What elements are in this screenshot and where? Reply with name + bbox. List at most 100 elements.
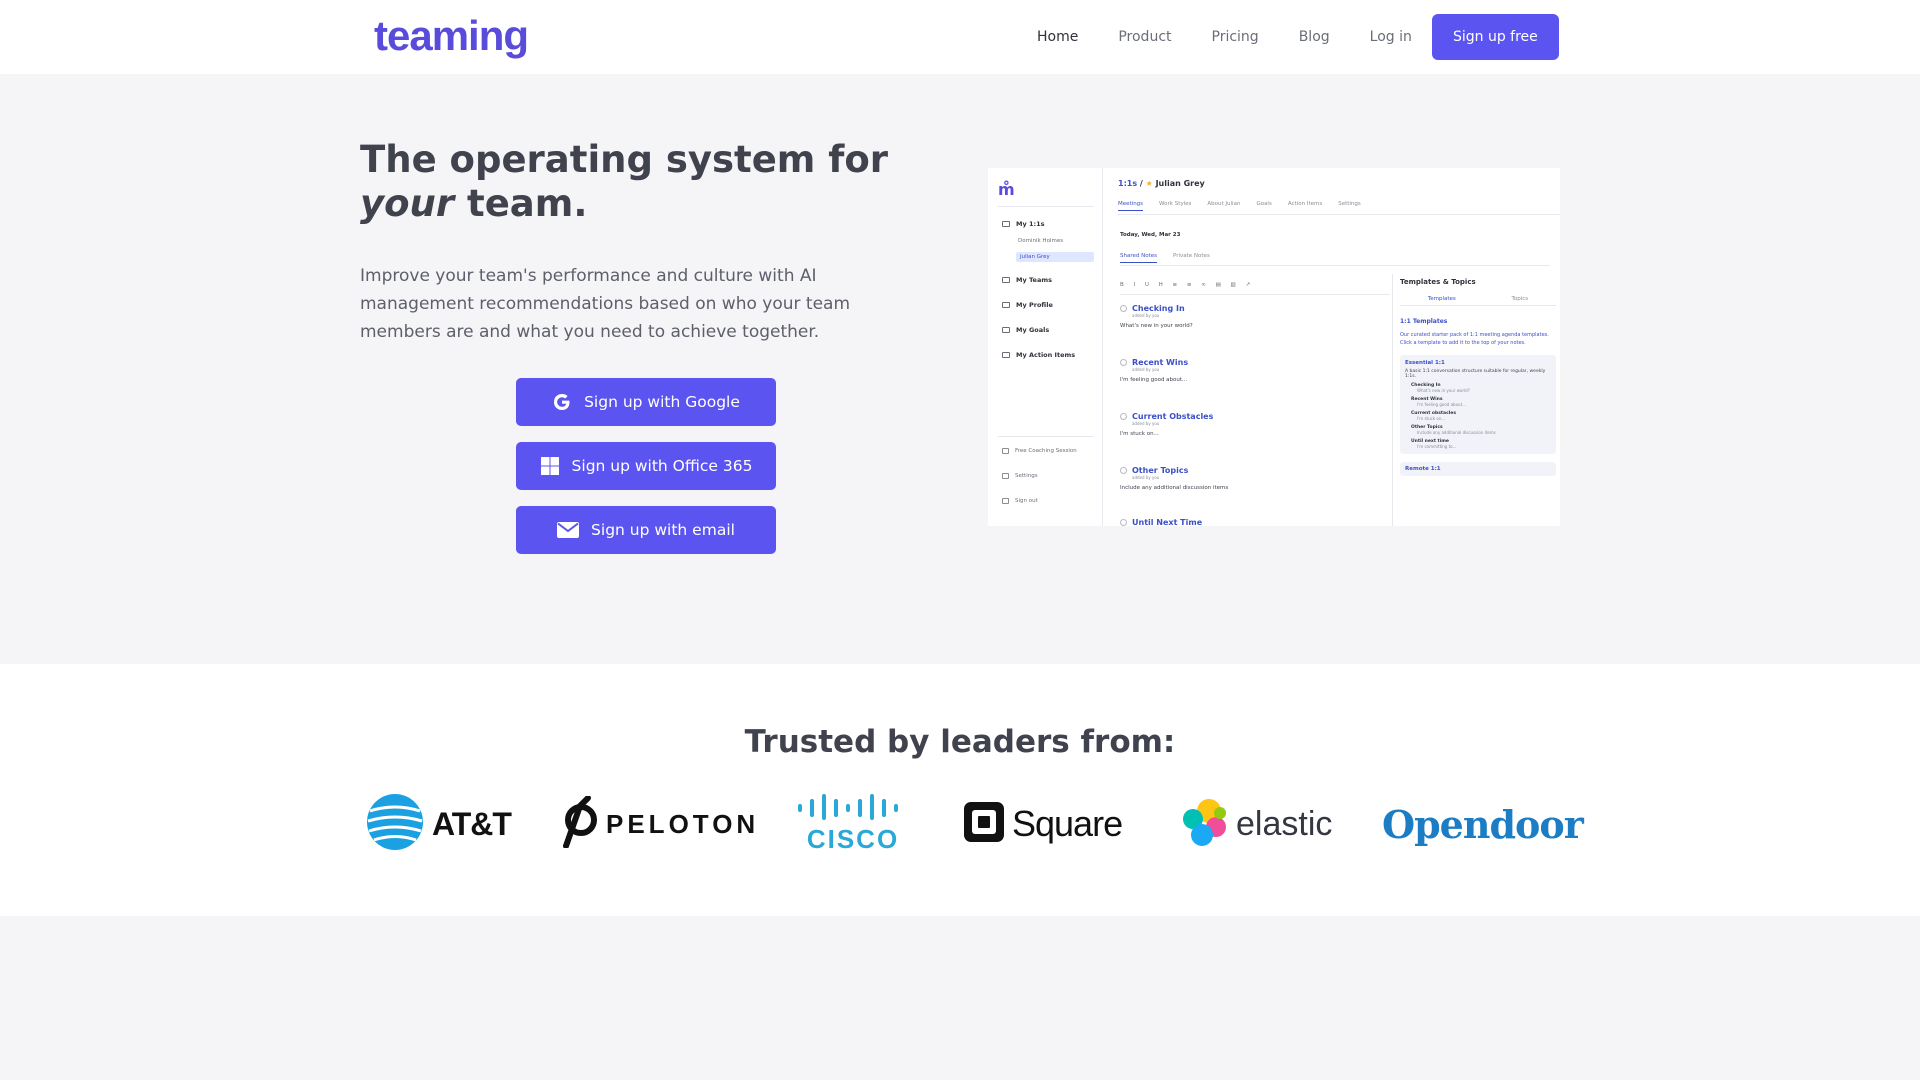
- mail-icon: [557, 522, 580, 538]
- divider: [998, 206, 1094, 207]
- template-item-sub: I'm feeling good about...: [1417, 402, 1466, 407]
- topic-body: Include any additional discussion items: [1120, 485, 1229, 491]
- divider: [1392, 274, 1393, 526]
- preview-nav-label: My Teams: [1016, 276, 1052, 284]
- elastic-wordmark: elastic: [1236, 804, 1333, 843]
- sign-up-google-label: Sign up with Google: [584, 393, 740, 411]
- template-item-sub: I'm committing to...: [1417, 444, 1457, 449]
- preview-sidebar: m̊ My 1:1s Dominik Holmes Julian Grey My…: [988, 168, 1103, 526]
- preview-tabs: Meetings Work Styles About Julian Goals …: [1118, 201, 1377, 211]
- hero-title: The operating system for your team.: [360, 138, 920, 226]
- preview-main: 1:1s / ★ Julian Grey Meetings Work Style…: [1104, 168, 1560, 526]
- app-preview-image: m̊ My 1:1s Dominik Holmes Julian Grey My…: [988, 168, 1560, 526]
- circle-icon: [1120, 519, 1127, 526]
- hero-title-rest: team.: [454, 182, 588, 225]
- hero-title-emphasis: your: [360, 182, 455, 225]
- preview-settings: Settings: [1002, 473, 1038, 479]
- preview-sub-item: Dominik Holmes: [1018, 238, 1064, 244]
- nav-home-link[interactable]: Home: [1037, 29, 1078, 45]
- divider: [1118, 214, 1560, 215]
- opendoor-logo: Opendoor: [1382, 794, 1584, 854]
- menu-icon: [1002, 473, 1009, 479]
- preview-foot-label: Free Coaching Session: [1015, 448, 1077, 454]
- preview-foot-label: Settings: [1015, 473, 1038, 479]
- template-card-remote: Remote 1:1: [1400, 462, 1556, 476]
- circle-icon: [1120, 359, 1127, 366]
- template-item-sub: I'm stuck on...: [1417, 416, 1446, 421]
- page-footer-area: [0, 916, 1920, 1080]
- preview-tab: Goals: [1256, 201, 1272, 207]
- preview-coaching: Free Coaching Session: [1002, 448, 1077, 454]
- circle-icon: [1120, 305, 1127, 312]
- teaming-logo[interactable]: teaming: [374, 12, 529, 60]
- elastic-mark-icon: [1180, 797, 1230, 851]
- google-icon: [552, 392, 572, 412]
- templates-title: Templates & Topics: [1400, 278, 1476, 286]
- preview-notes-tab: Private Notes: [1173, 253, 1210, 259]
- topic-body: I'm stuck on...: [1120, 431, 1159, 437]
- divider: [1120, 265, 1550, 266]
- preview-templates-panel: Templates & Topics Templates Topics 1:1 …: [1400, 278, 1556, 476]
- opendoor-wordmark: Opendoor: [1382, 801, 1584, 847]
- topic-title: Other Topics: [1132, 466, 1189, 475]
- main-nav: Home Product Pricing Blog Log in Sign up…: [1037, 14, 1559, 60]
- nav-product-link[interactable]: Product: [1118, 29, 1171, 45]
- topics-tab: Topics: [1511, 296, 1529, 302]
- preview-topic: Current Obstacles added by you I'm stuck…: [1120, 412, 1380, 437]
- preview-foot-label: Sign out: [1015, 498, 1038, 504]
- template-item-sub: Include any additional discussion items: [1417, 430, 1496, 435]
- topic-title: Checking In: [1132, 304, 1185, 313]
- sign-up-office-label: Sign up with Office 365: [571, 457, 753, 475]
- cisco-logo: CISCO: [798, 793, 908, 854]
- calendar-icon: [1002, 221, 1010, 227]
- nav-blog-link[interactable]: Blog: [1299, 29, 1330, 45]
- square-logo: Square: [964, 794, 1123, 854]
- sign-up-google-button[interactable]: Sign up with Google: [516, 378, 776, 426]
- templates-section-title: 1:1 Templates: [1400, 318, 1448, 325]
- preview-editor-toolbar: B I U H ≡ ≡ ∞ ▤ ▥ ↗: [1120, 282, 1255, 288]
- preview-date: Today, Wed, Mar 23: [1120, 232, 1181, 238]
- att-logo: AT&T: [366, 793, 512, 855]
- peloton-wordmark: PELOTON: [606, 808, 760, 839]
- cisco-bars-icon: [798, 793, 908, 824]
- preview-notes-tab: Shared Notes: [1120, 253, 1157, 263]
- preview-signout: Sign out: [1002, 498, 1038, 504]
- sign-up-email-button[interactable]: Sign up with email: [516, 506, 776, 554]
- template-item-sub: What's new in your world?: [1417, 388, 1470, 393]
- sign-up-free-button[interactable]: Sign up free: [1431, 14, 1559, 60]
- att-globe-icon: [366, 793, 424, 855]
- preview-logo-icon: m̊: [998, 180, 1015, 199]
- logo-text: teaming: [374, 12, 529, 59]
- circle-icon: [1120, 413, 1127, 420]
- nav-pricing-link[interactable]: Pricing: [1212, 29, 1259, 45]
- divider: [998, 436, 1094, 437]
- top-nav-bar: teaming Home Product Pricing Blog Log in…: [0, 0, 1920, 74]
- crumb-name: Julian Grey: [1155, 179, 1205, 188]
- windows-icon: [540, 456, 560, 476]
- preview-nav-profile: My Profile: [1002, 301, 1053, 309]
- crumb-separator: /: [1137, 179, 1146, 188]
- square-wordmark: Square: [1012, 803, 1123, 844]
- preview-breadcrumb: 1:1s / ★ Julian Grey: [1118, 179, 1205, 188]
- sign-up-email-label: Sign up with email: [591, 521, 735, 539]
- trusted-title: Trusted by leaders from:: [744, 724, 1176, 760]
- preview-topic: Until Next Time: [1120, 518, 1380, 526]
- preview-sub-item-selected: Julian Grey: [1016, 252, 1094, 262]
- topic-author: added by you: [1132, 421, 1160, 426]
- topic-body: I'm feeling good about...: [1120, 377, 1188, 383]
- preview-nav-label: My Goals: [1016, 326, 1050, 334]
- divider: [1120, 294, 1390, 295]
- topic-title: Current Obstacles: [1132, 412, 1214, 421]
- topic-title: Until Next Time: [1132, 518, 1203, 526]
- nav-login-link[interactable]: Log in: [1370, 29, 1412, 45]
- chat-icon: [1002, 448, 1009, 454]
- template-card-desc: A basic 1:1 conversation structure suita…: [1405, 369, 1546, 379]
- peloton-mark-icon: [560, 795, 598, 852]
- template-card-title: Essential 1:1: [1405, 360, 1445, 366]
- sign-up-office-button[interactable]: Sign up with Office 365: [516, 442, 776, 490]
- hero-title-line1: The operating system for: [360, 138, 888, 181]
- crumb-link: 1:1s: [1118, 179, 1138, 188]
- star-icon: ★: [1145, 179, 1153, 188]
- brand-logos: AT&T PELOTON CISCO Square elastic Opendo…: [366, 793, 1584, 855]
- preview-topic: Checking In added by you What's new in y…: [1120, 304, 1380, 329]
